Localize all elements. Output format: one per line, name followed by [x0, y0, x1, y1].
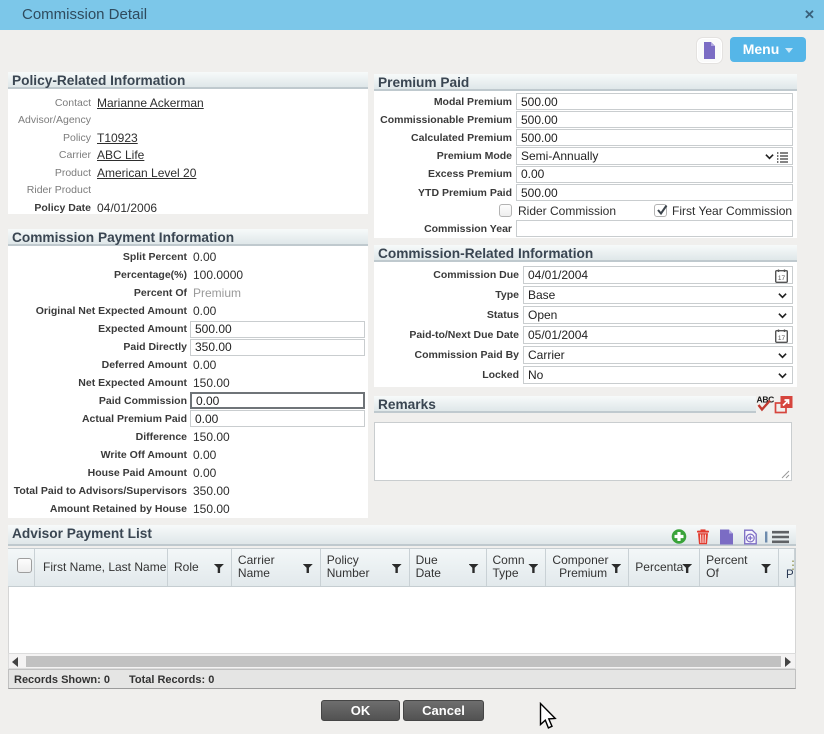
svg-text:17: 17	[778, 335, 786, 342]
svg-text:17: 17	[778, 275, 786, 282]
svg-text:ABC: ABC	[757, 395, 775, 405]
